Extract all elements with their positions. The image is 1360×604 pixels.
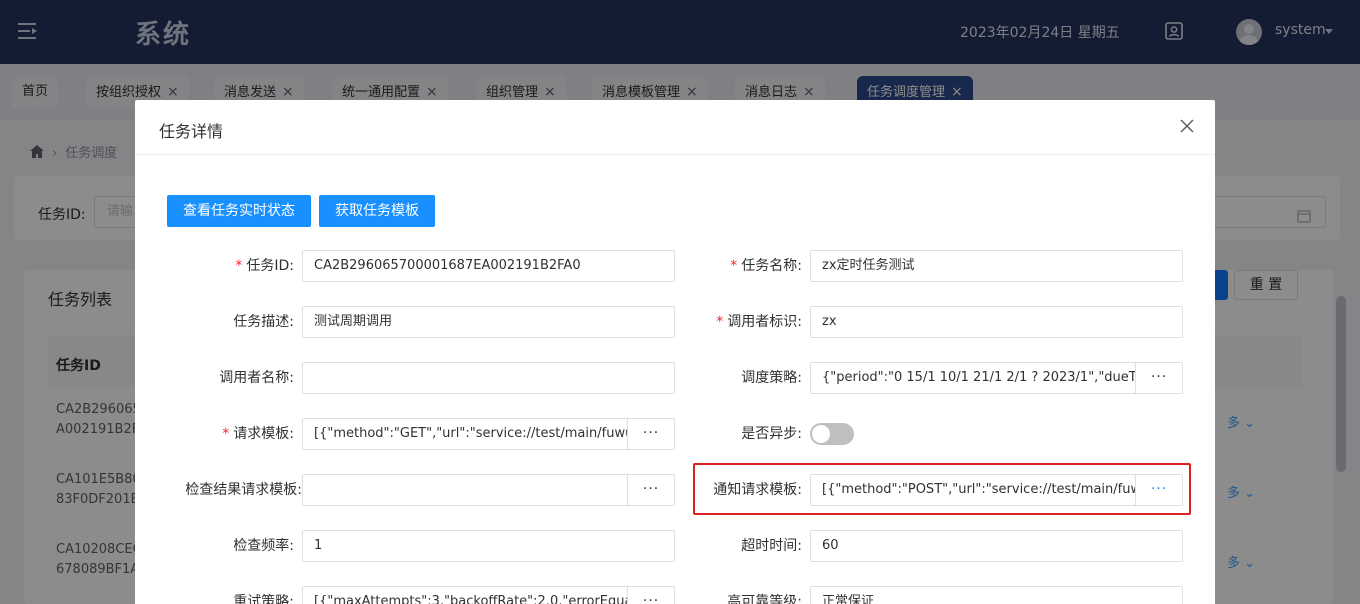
check-frequency-label: 检查频率: (233, 538, 294, 554)
task-id-field[interactable]: CA2B296065700001687EA002191B2FA0 (302, 250, 675, 282)
close-icon[interactable] (1179, 118, 1195, 134)
request-template-field[interactable]: [{"method":"GET","url":"service://test/m… (302, 418, 628, 450)
task-id-label: * 任务ID: (144, 250, 294, 282)
timeout-field[interactable]: 60 (810, 530, 1183, 562)
required-mark: * (235, 258, 243, 274)
task-desc-field[interactable]: 测试周期调用 (302, 306, 675, 338)
task-desc-label: 任务描述: (233, 314, 294, 330)
select-value: 正常保证 (822, 594, 875, 604)
retry-policy-field[interactable]: [{"maxAttempts":3,"backoffRate":2.0,"err… (302, 586, 628, 604)
schedule-policy-label: 调度策略: (741, 370, 802, 386)
schedule-policy-field[interactable]: {"period":"0 15/1 10/1 21/1 2/1 ? 2023/1… (810, 362, 1136, 394)
timeout-label: 超时时间: (741, 538, 802, 554)
caller-name-label: 调用者名称: (219, 370, 294, 386)
dialog-title: 任务详情 (159, 122, 224, 141)
check-result-template-field[interactable] (302, 474, 628, 506)
request-template-label: * 请求模板: (144, 418, 294, 450)
label-text: 任务ID: (246, 258, 294, 274)
schedule-policy-more-button[interactable]: ··· (1135, 362, 1183, 394)
highlight-box (693, 463, 1191, 515)
reliability-level-select[interactable]: 正常保证 (810, 586, 1183, 604)
caller-id-field[interactable]: zx (810, 306, 1183, 338)
label-text: 调用者标识: (727, 314, 802, 330)
task-name-label: * 任务名称: (652, 250, 802, 282)
task-name-field[interactable]: zx定时任务测试 (810, 250, 1183, 282)
reliability-level-label: 高可靠等级: (727, 594, 802, 604)
get-template-button[interactable]: 获取任务模板 (319, 195, 435, 227)
view-status-button[interactable]: 查看任务实时状态 (167, 195, 311, 227)
label-text: 请求模板: (233, 426, 294, 442)
caller-name-field[interactable] (302, 362, 675, 394)
dialog-header: 任务详情 (135, 100, 1215, 155)
required-mark: * (730, 258, 738, 274)
label-text: 任务名称: (741, 258, 802, 274)
caller-id-label: * 调用者标识: (652, 306, 802, 338)
retry-policy-label: 重试策略: (233, 594, 294, 604)
is-async-label: 是否异步: (741, 426, 802, 442)
chevron-down-icon (1160, 597, 1172, 604)
is-async-toggle[interactable] (810, 423, 854, 445)
required-mark: * (716, 314, 724, 330)
required-mark: * (222, 426, 230, 442)
check-result-template-label: 检查结果请求模板: (185, 482, 302, 498)
task-detail-dialog: 任务详情 查看任务实时状态 获取任务模板 * 任务ID: CA2B29606570… (135, 100, 1215, 604)
check-frequency-field[interactable]: 1 (302, 530, 675, 562)
